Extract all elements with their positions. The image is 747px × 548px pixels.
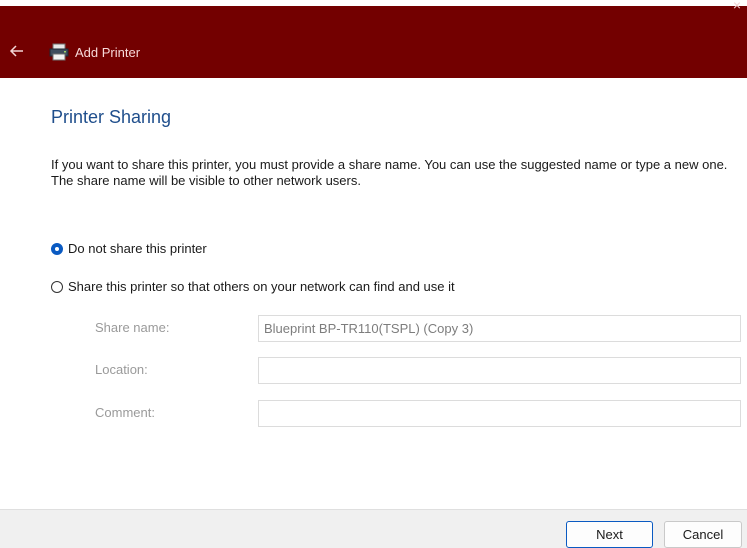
add-printer-window: × Add Printer Printer Sharing If you wan…	[0, 0, 747, 548]
comment-label: Comment:	[95, 405, 155, 420]
share-name-label: Share name:	[95, 320, 170, 335]
radio-label: Do not share this printer	[68, 241, 207, 256]
share-name-input[interactable]: Blueprint BP-TR110(TSPL) (Copy 3)	[258, 315, 741, 342]
page-title: Printer Sharing	[51, 107, 172, 127]
radio-selected-icon[interactable]	[51, 243, 63, 255]
back-button[interactable]	[8, 42, 26, 60]
radio-label: Share this printer so that others on you…	[68, 279, 455, 294]
location-input[interactable]	[258, 357, 741, 384]
cancel-button[interactable]: Cancel	[664, 521, 742, 548]
comment-input[interactable]	[258, 400, 741, 427]
page-description: If you want to share this printer, you m…	[51, 157, 728, 188]
location-label: Location:	[95, 362, 148, 377]
next-button[interactable]: Next	[566, 521, 653, 548]
radio-do-not-share[interactable]: Do not share this printer	[51, 241, 207, 257]
dialog-footer: Next Cancel	[0, 509, 747, 548]
printer-icon	[48, 43, 70, 61]
window-title: Add Printer	[75, 45, 141, 60]
close-icon[interactable]: ×	[733, 0, 741, 12]
radio-share-printer[interactable]: Share this printer so that others on you…	[51, 279, 455, 295]
window-top-edge	[0, 0, 747, 6]
arrow-left-icon	[9, 45, 23, 57]
title-bar	[0, 0, 747, 78]
radio-unselected-icon[interactable]	[51, 281, 63, 293]
